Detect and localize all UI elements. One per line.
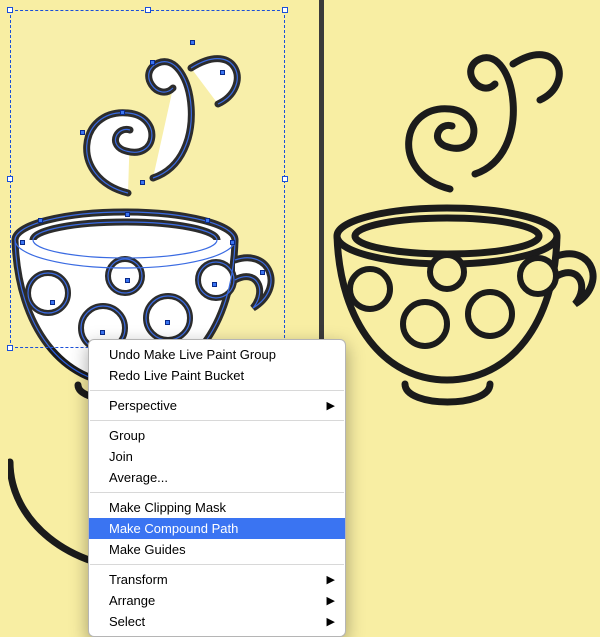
submenu-arrow-icon: ▶ [327,593,335,610]
selection-handle[interactable] [7,7,13,13]
menu-item-label: Perspective [109,398,177,413]
menu-select[interactable]: Select ▶ [89,611,345,632]
context-menu[interactable]: Undo Make Live Paint Group Redo Live Pai… [88,339,346,637]
submenu-arrow-icon: ▶ [327,614,335,631]
menu-separator [90,420,344,421]
selection-handle[interactable] [145,7,151,13]
menu-item-label: Transform [109,572,168,587]
menu-average[interactable]: Average... [89,467,345,488]
menu-arrange[interactable]: Arrange ▶ [89,590,345,611]
submenu-arrow-icon: ▶ [327,572,335,589]
menu-separator [90,564,344,565]
menu-undo[interactable]: Undo Make Live Paint Group [89,344,345,365]
selection-handle[interactable] [282,7,288,13]
artboard-canvas[interactable]: Undo Make Live Paint Group Redo Live Pai… [0,0,600,597]
menu-item-label: Redo Live Paint Bucket [109,368,244,383]
submenu-arrow-icon: ▶ [327,398,335,415]
menu-make-clipping-mask[interactable]: Make Clipping Mask [89,497,345,518]
teacup-artwork-right [330,4,600,424]
menu-item-label: Join [109,449,133,464]
menu-make-compound-path[interactable]: Make Compound Path [89,518,345,539]
menu-item-label: Make Compound Path [109,521,238,536]
selection-handle[interactable] [7,345,13,351]
selection-bounding-box[interactable] [10,10,285,348]
menu-item-label: Group [109,428,145,443]
menu-separator [90,390,344,391]
selection-handle[interactable] [282,176,288,182]
menu-join[interactable]: Join [89,446,345,467]
menu-item-label: Undo Make Live Paint Group [109,347,276,362]
menu-group[interactable]: Group [89,425,345,446]
menu-redo[interactable]: Redo Live Paint Bucket [89,365,345,386]
menu-item-label: Average... [109,470,168,485]
selection-handle[interactable] [7,176,13,182]
menu-separator [90,492,344,493]
menu-item-label: Arrange [109,593,155,608]
menu-transform[interactable]: Transform ▶ [89,569,345,590]
menu-item-label: Make Clipping Mask [109,500,226,515]
menu-item-label: Select [109,614,145,629]
menu-perspective[interactable]: Perspective ▶ [89,395,345,416]
menu-make-guides[interactable]: Make Guides [89,539,345,560]
menu-item-label: Make Guides [109,542,186,557]
